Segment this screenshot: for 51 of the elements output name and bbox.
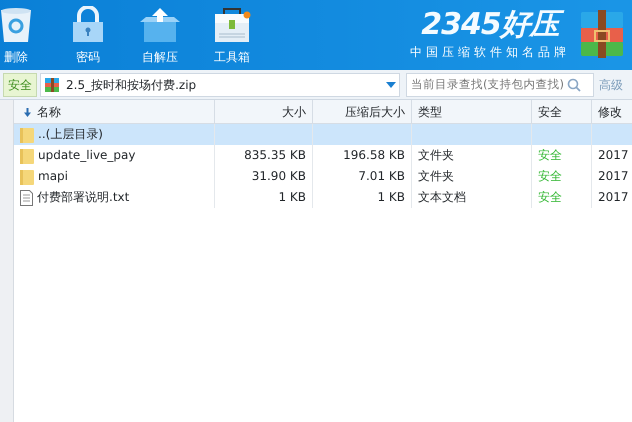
safety-status: 安全 (538, 148, 562, 162)
modified-value: 2017 (598, 190, 628, 204)
box-icon (138, 6, 182, 44)
packed-value: 1 KB (377, 190, 405, 204)
archive-icon (578, 9, 626, 61)
logo-tagline: 中国压缩软件知名品牌 (410, 44, 570, 60)
column-header[interactable]: 名称 (14, 100, 215, 123)
column-header[interactable]: 大小 (215, 100, 313, 123)
type-value: 文本文档 (418, 190, 466, 204)
trash-button[interactable]: 删除 (0, 0, 50, 70)
file-name: 付费部署说明.txt (37, 189, 130, 206)
lock-button[interactable]: 密码 (54, 0, 122, 70)
file-row[interactable]: mapi 31.90 KB 7.01 KB 文件夹 安全 2017 (14, 166, 632, 187)
type-value: 文件夹 (418, 169, 454, 183)
search-icon (567, 78, 581, 92)
file-row[interactable]: ..(上层目录) (14, 124, 632, 145)
trash-icon (0, 6, 34, 44)
safety-status: 安全 (538, 190, 562, 204)
folder-icon (20, 126, 34, 142)
sort-icon (24, 108, 31, 118)
modified-value: 2017 (598, 169, 628, 183)
box-button[interactable]: 自解压 (126, 0, 194, 70)
column-header[interactable]: 类型 (412, 100, 532, 123)
file-row[interactable]: 付费部署说明.txt 1 KB 1 KB 文本文档 安全 2017 (14, 187, 632, 208)
size-value: 835.35 KB (244, 148, 306, 162)
folder-icon (20, 168, 34, 184)
search-field[interactable]: 当前目录查找(支持包内查找) (406, 72, 594, 96)
column-header[interactable]: 安全 (532, 100, 592, 123)
logo-title: 2345好压 (410, 10, 570, 40)
archive-icon (44, 76, 60, 92)
toolbox-icon (212, 6, 252, 44)
file-name: mapi (38, 168, 68, 185)
document-icon (20, 190, 33, 206)
file-name: ..(上层目录) (38, 126, 103, 143)
packed-value: 196.58 KB (343, 148, 405, 162)
column-header[interactable]: 修改 (592, 100, 628, 123)
toolbox-button[interactable]: 工具箱 (198, 0, 266, 70)
packed-value: 7.01 KB (358, 169, 405, 183)
file-name: update_live_pay (38, 147, 136, 164)
folder-icon (20, 148, 34, 164)
lock-icon (70, 6, 106, 44)
modified-value: 2017 (598, 148, 628, 162)
size-value: 1 KB (278, 190, 306, 204)
caret-icon (386, 82, 396, 88)
size-value: 31.90 KB (252, 169, 306, 183)
path-dropdown[interactable]: 2.5_按时和按场付费.zip (40, 72, 400, 96)
column-header[interactable]: 压缩后大小 (313, 100, 412, 123)
safety-label: 安全 (3, 72, 37, 96)
type-value: 文件夹 (418, 148, 454, 162)
file-row[interactable]: update_live_pay 835.35 KB 196.58 KB 文件夹 安全 2017 (14, 145, 632, 166)
safety-status: 安全 (538, 169, 562, 183)
